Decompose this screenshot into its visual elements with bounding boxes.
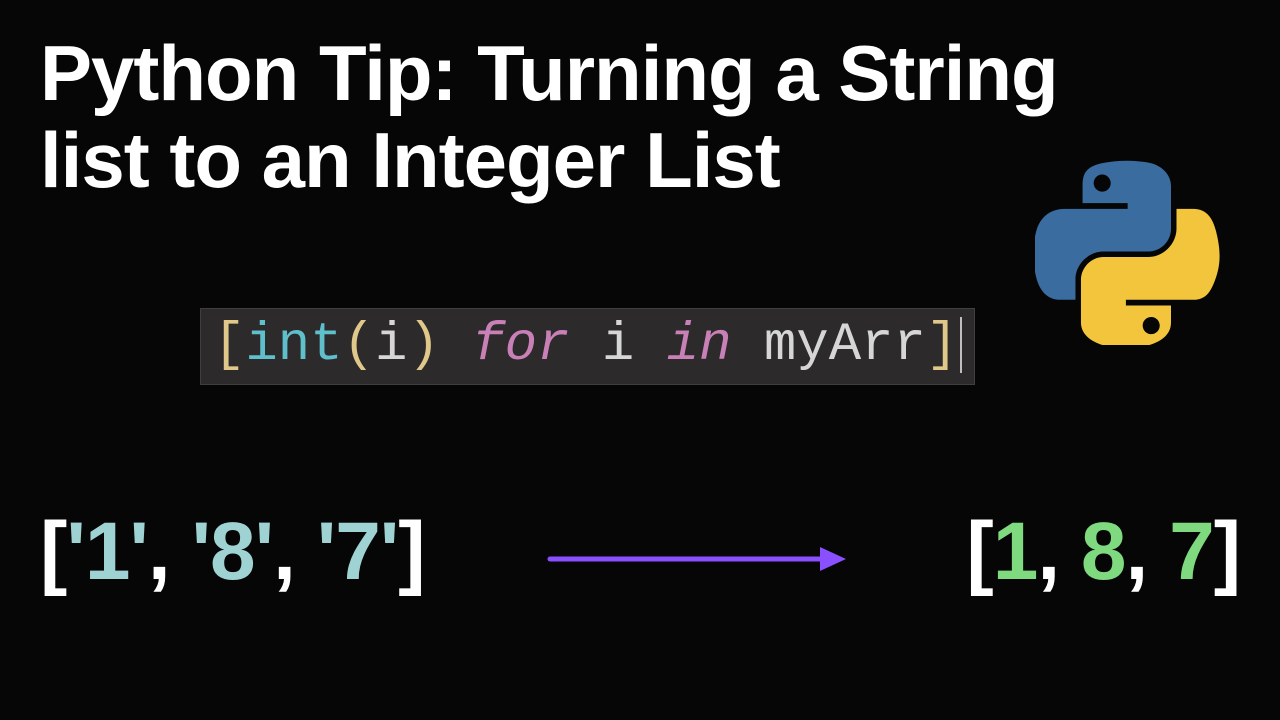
int-value-1: 1 xyxy=(993,506,1038,597)
python-logo-icon xyxy=(1035,160,1220,350)
string-value-1: 1 xyxy=(85,506,130,597)
code-snippet: [int(i) for i in myArr] xyxy=(200,308,975,385)
code-fn-int: int xyxy=(245,315,342,376)
code-arg-i: i xyxy=(375,315,407,376)
string-list: ['1', '8', '7'] xyxy=(40,505,425,599)
title-line-2: list to an Integer List xyxy=(40,116,780,204)
title-line-1: Python Tip: Turning a String xyxy=(40,29,1058,117)
code-cursor xyxy=(960,317,962,373)
code-ident-i: i xyxy=(602,315,634,376)
code-lparen: ( xyxy=(343,315,375,376)
code-arr: myArr xyxy=(764,315,926,376)
code-open-bracket: [ xyxy=(213,315,245,376)
int-list: [1, 8, 7] xyxy=(966,505,1240,599)
code-rparen: ) xyxy=(407,315,439,376)
code-kw-for: for xyxy=(472,315,569,376)
string-value-3: 7 xyxy=(335,506,380,597)
title: Python Tip: Turning a String list to an … xyxy=(40,30,1058,205)
int-value-3: 7 xyxy=(1169,506,1214,597)
int-value-2: 8 xyxy=(1081,506,1126,597)
transform-row: ['1', '8', '7'] [1, 8, 7] xyxy=(40,505,1240,599)
code-close-bracket: ] xyxy=(926,315,958,376)
string-value-2: 8 xyxy=(210,506,255,597)
arrow-icon xyxy=(516,505,876,599)
code-kw-in: in xyxy=(667,315,732,376)
